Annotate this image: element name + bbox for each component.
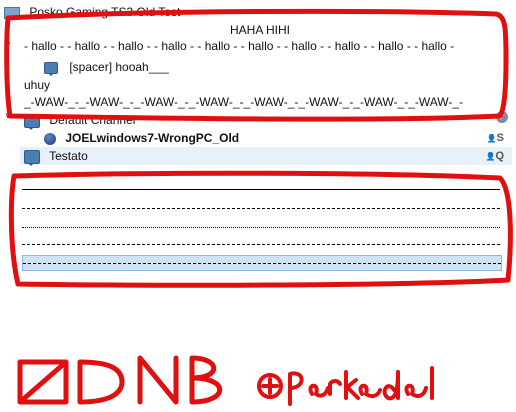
- highlight-box-bottom: [8, 170, 513, 288]
- highlight-box-top: [4, 8, 509, 122]
- dnb-logo-box: [17, 359, 69, 405]
- dnb-letter-b: [189, 355, 223, 405]
- perkedel-scribble: [288, 366, 434, 406]
- red-annotations: [4, 8, 513, 406]
- dnb-letter-n: [137, 355, 179, 405]
- dnb-letter-d: [77, 359, 125, 405]
